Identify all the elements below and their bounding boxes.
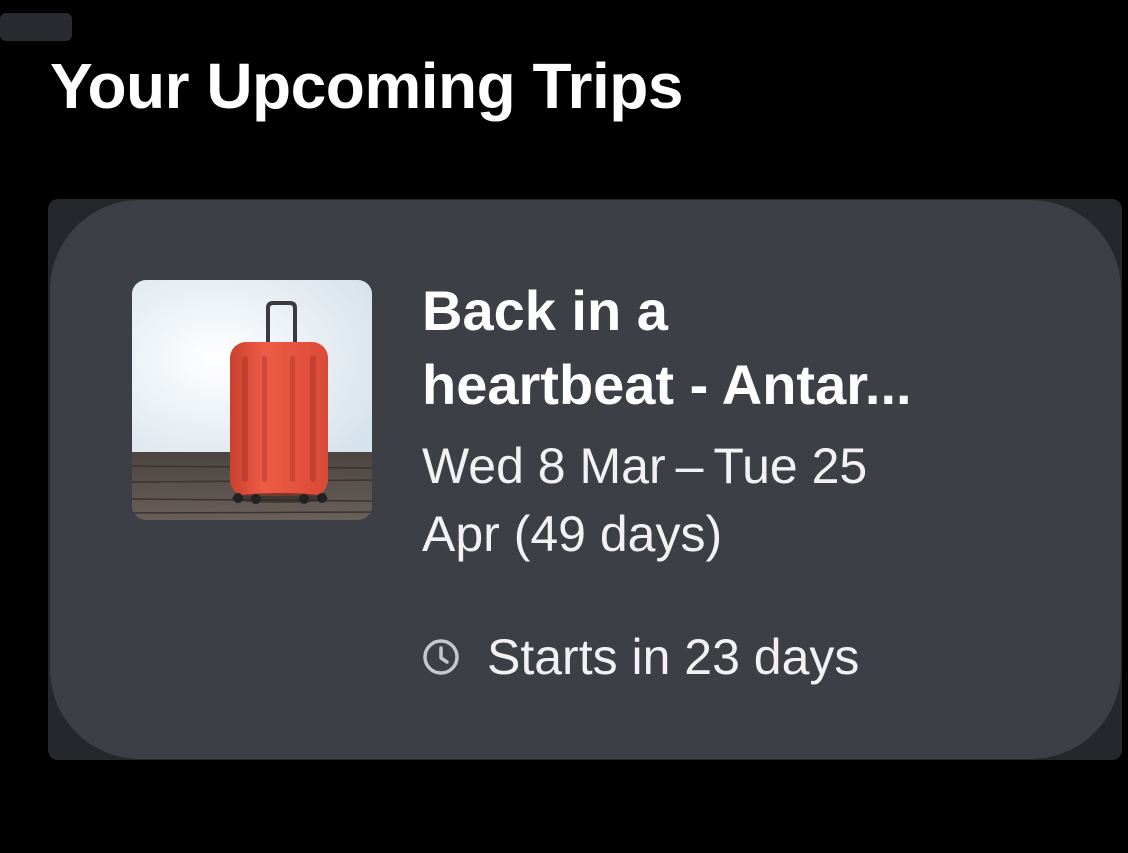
top-bar-handle	[0, 13, 72, 41]
trip-dates-line-2: Apr (49 days)	[422, 506, 723, 562]
trip-countdown: Starts in 23 days	[422, 624, 859, 690]
trip-dates-line-1: Wed 8 Mar – Tue 25	[422, 438, 868, 494]
suitcase-image	[132, 280, 372, 520]
trip-dates: Wed 8 Mar – Tue 25 Apr (49 days)	[422, 432, 1022, 568]
trip-title-line-1: Back in a	[422, 279, 668, 342]
trip-title: Back in a heartbeat - Antar...	[422, 274, 1022, 422]
countdown-text: Starts in 23 days	[487, 629, 860, 685]
trip-title-line-2: heartbeat - Antar...	[422, 353, 912, 416]
page-title: Your Upcoming Trips	[50, 50, 683, 122]
trip-card[interactable]: Back in a heartbeat - Antar... Wed 8 Mar…	[50, 200, 1121, 759]
clock-icon	[422, 638, 460, 676]
